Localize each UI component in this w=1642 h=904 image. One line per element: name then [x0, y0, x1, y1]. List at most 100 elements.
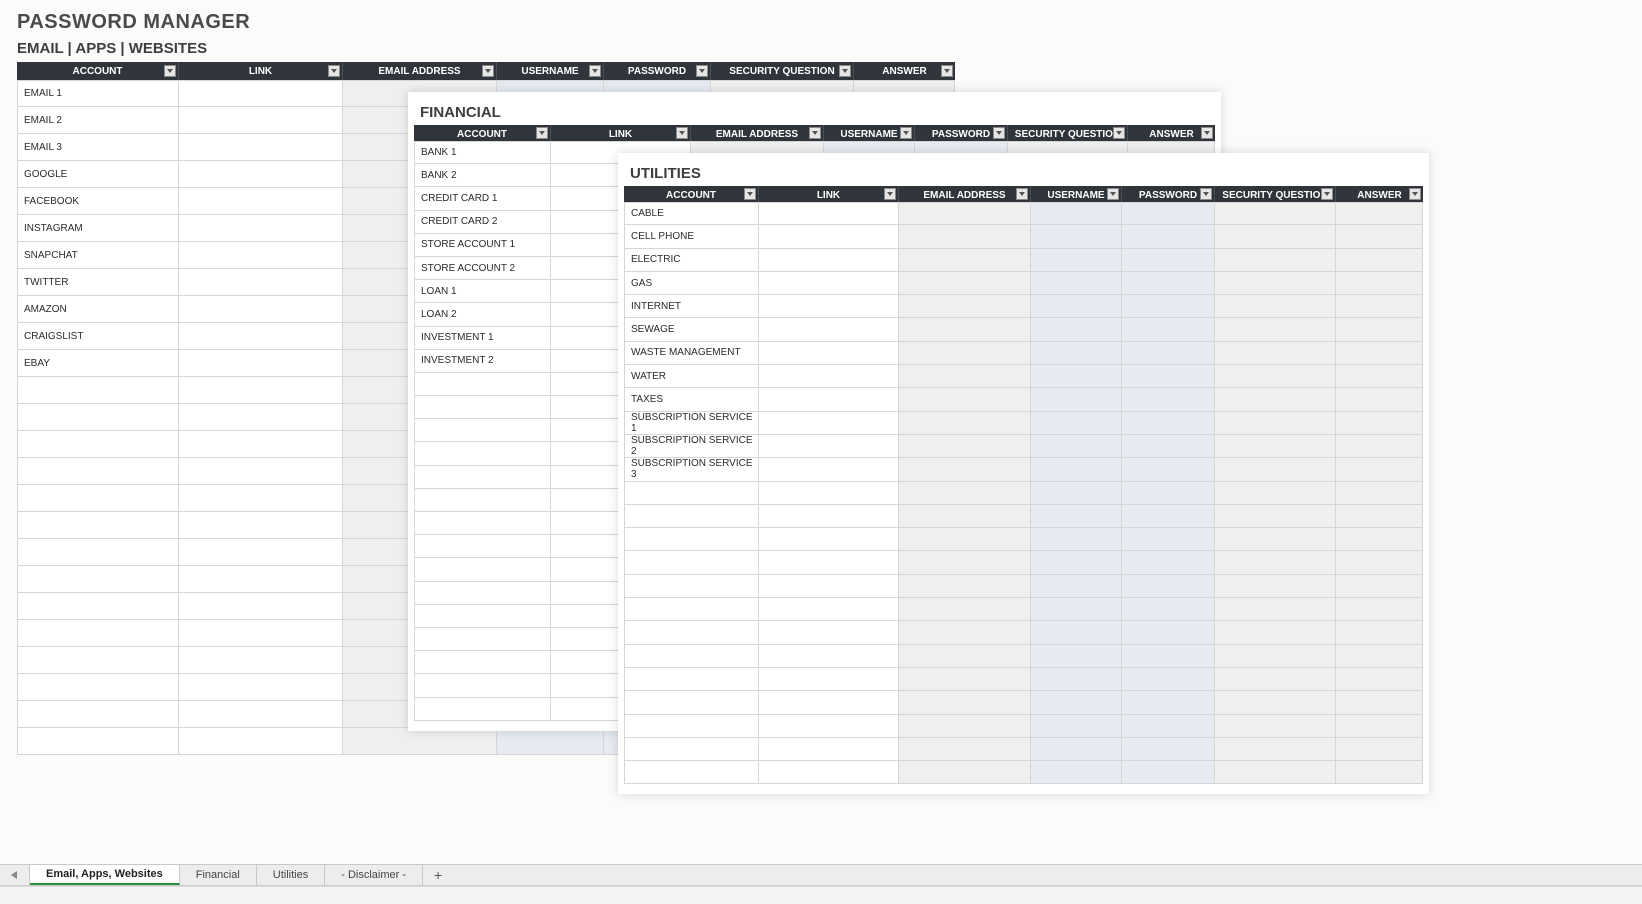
- data-cell[interactable]: [899, 225, 1031, 248]
- data-cell[interactable]: [899, 598, 1031, 621]
- account-cell[interactable]: AMAZON: [17, 296, 179, 323]
- data-cell[interactable]: [1031, 691, 1122, 714]
- account-cell[interactable]: LOAN 1: [414, 280, 551, 303]
- data-cell[interactable]: [759, 318, 899, 341]
- filter-dropdown-icon[interactable]: [839, 65, 851, 77]
- account-cell[interactable]: CELL PHONE: [624, 225, 759, 248]
- column-header[interactable]: SECURITY QUESTION: [1215, 186, 1336, 202]
- account-cell[interactable]: [17, 539, 179, 566]
- data-cell[interactable]: [759, 458, 899, 481]
- data-cell[interactable]: [1215, 272, 1336, 295]
- filter-dropdown-icon[interactable]: [1113, 127, 1125, 139]
- data-cell[interactable]: [1031, 528, 1122, 551]
- account-cell[interactable]: LOAN 2: [414, 303, 551, 326]
- data-cell[interactable]: [1215, 388, 1336, 411]
- data-cell[interactable]: [179, 80, 343, 107]
- account-cell[interactable]: [624, 691, 759, 714]
- data-cell[interactable]: [899, 668, 1031, 691]
- sheet-tab[interactable]: Utilities: [257, 865, 325, 885]
- data-cell[interactable]: [1215, 715, 1336, 738]
- data-cell[interactable]: [1122, 458, 1215, 481]
- account-cell[interactable]: [17, 728, 179, 755]
- data-cell[interactable]: [1336, 225, 1423, 248]
- filter-dropdown-icon[interactable]: [809, 127, 821, 139]
- data-cell[interactable]: [1031, 668, 1122, 691]
- data-cell[interactable]: [759, 691, 899, 714]
- data-cell[interactable]: [179, 269, 343, 296]
- data-cell[interactable]: [1031, 435, 1122, 458]
- column-header[interactable]: PASSWORD: [604, 62, 711, 80]
- data-cell[interactable]: [1031, 715, 1122, 738]
- tab-scroll-button[interactable]: [0, 865, 30, 885]
- data-cell[interactable]: [1031, 505, 1122, 528]
- data-cell[interactable]: [1336, 295, 1423, 318]
- account-cell[interactable]: [17, 593, 179, 620]
- account-cell[interactable]: [414, 605, 551, 628]
- data-cell[interactable]: [759, 668, 899, 691]
- data-cell[interactable]: [343, 728, 497, 755]
- account-cell[interactable]: [414, 419, 551, 442]
- column-header[interactable]: EMAIL ADDRESS: [343, 62, 497, 80]
- data-cell[interactable]: [899, 249, 1031, 272]
- data-cell[interactable]: [1122, 365, 1215, 388]
- account-cell[interactable]: BANK 1: [414, 141, 551, 164]
- account-cell[interactable]: [624, 482, 759, 505]
- data-cell[interactable]: [899, 575, 1031, 598]
- account-cell[interactable]: TWITTER: [17, 269, 179, 296]
- account-cell[interactable]: [17, 620, 179, 647]
- data-cell[interactable]: [179, 512, 343, 539]
- data-cell[interactable]: [179, 107, 343, 134]
- data-cell[interactable]: [759, 715, 899, 738]
- data-cell[interactable]: [179, 539, 343, 566]
- data-cell[interactable]: [899, 551, 1031, 574]
- data-cell[interactable]: [1122, 715, 1215, 738]
- data-cell[interactable]: [1336, 598, 1423, 621]
- account-cell[interactable]: SEWAGE: [624, 318, 759, 341]
- data-cell[interactable]: [179, 377, 343, 404]
- account-cell[interactable]: EMAIL 2: [17, 107, 179, 134]
- account-cell[interactable]: [17, 485, 179, 512]
- data-cell[interactable]: [1215, 435, 1336, 458]
- data-cell[interactable]: [1031, 202, 1122, 225]
- filter-dropdown-icon[interactable]: [1201, 127, 1213, 139]
- data-cell[interactable]: [899, 412, 1031, 435]
- data-cell[interactable]: [899, 621, 1031, 644]
- data-cell[interactable]: [899, 645, 1031, 668]
- data-cell[interactable]: [1215, 342, 1336, 365]
- column-header[interactable]: SECURITY QUESTION: [711, 62, 854, 80]
- data-cell[interactable]: [179, 593, 343, 620]
- filter-dropdown-icon[interactable]: [676, 127, 688, 139]
- data-cell[interactable]: [1031, 645, 1122, 668]
- data-cell[interactable]: [1031, 412, 1122, 435]
- data-cell[interactable]: [899, 528, 1031, 551]
- sheet-tab[interactable]: Email, Apps, Websites: [30, 865, 180, 885]
- column-header[interactable]: SECURITY QUESTION: [1008, 125, 1128, 141]
- filter-dropdown-icon[interactable]: [884, 188, 896, 200]
- account-cell[interactable]: [414, 512, 551, 535]
- filter-dropdown-icon[interactable]: [589, 65, 601, 77]
- data-cell[interactable]: [759, 365, 899, 388]
- data-cell[interactable]: [1215, 482, 1336, 505]
- data-cell[interactable]: [1336, 761, 1423, 784]
- data-cell[interactable]: [1031, 342, 1122, 365]
- account-cell[interactable]: [624, 715, 759, 738]
- data-cell[interactable]: [899, 738, 1031, 761]
- account-cell[interactable]: ELECTRIC: [624, 249, 759, 272]
- account-cell[interactable]: TAXES: [624, 388, 759, 411]
- data-cell[interactable]: [759, 551, 899, 574]
- data-cell[interactable]: [1215, 225, 1336, 248]
- account-cell[interactable]: GOOGLE: [17, 161, 179, 188]
- data-cell[interactable]: [1031, 738, 1122, 761]
- data-cell[interactable]: [1122, 272, 1215, 295]
- data-cell[interactable]: [1031, 225, 1122, 248]
- data-cell[interactable]: [1122, 575, 1215, 598]
- data-cell[interactable]: [179, 485, 343, 512]
- data-cell[interactable]: [1215, 575, 1336, 598]
- data-cell[interactable]: [179, 134, 343, 161]
- data-cell[interactable]: [1336, 621, 1423, 644]
- filter-dropdown-icon[interactable]: [744, 188, 756, 200]
- sheet-tab[interactable]: Financial: [180, 865, 257, 885]
- data-cell[interactable]: [899, 388, 1031, 411]
- account-cell[interactable]: INSTAGRAM: [17, 215, 179, 242]
- filter-dropdown-icon[interactable]: [1016, 188, 1028, 200]
